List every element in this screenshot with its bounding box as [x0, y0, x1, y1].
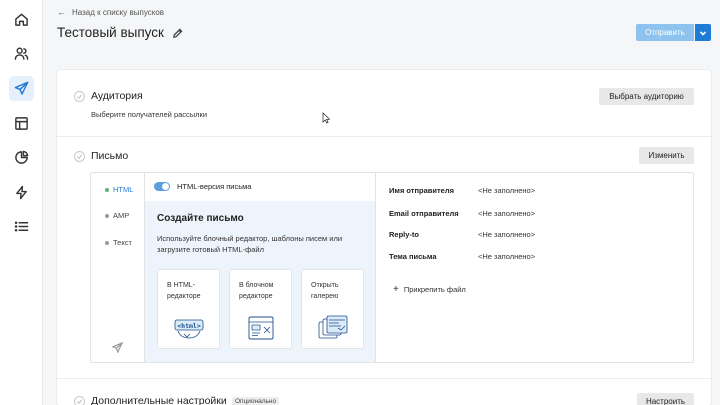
option-label: В блочном редакторе	[239, 282, 274, 300]
extra-title: Дополнительные настройки	[91, 395, 227, 405]
mouse-cursor-icon	[322, 112, 330, 124]
field-reply-to[interactable]: Reply-to <Не заполнено>	[389, 230, 535, 239]
field-value: <Не заполнено>	[478, 186, 536, 195]
audience-title: Аудитория	[91, 90, 143, 102]
tab-text[interactable]: Текст	[105, 238, 132, 247]
audience-status-icon	[74, 91, 85, 102]
attach-label: Прикрепить файл	[403, 285, 466, 294]
tab-label: Текст	[113, 238, 132, 247]
html-code-icon: <html>	[174, 319, 204, 339]
lightning-icon[interactable]	[9, 180, 34, 205]
arrow-left-icon: ←	[57, 7, 66, 17]
html-editor-option[interactable]: В HTML-редакторе <html>	[157, 269, 220, 349]
tab-label: HTML	[113, 185, 134, 194]
list-icon[interactable]	[9, 214, 34, 239]
users-icon[interactable]	[9, 41, 34, 66]
chevron-down-icon	[699, 30, 707, 36]
block-editor-icon	[248, 316, 274, 340]
create-title: Создайте письмо	[157, 213, 244, 224]
send-icon[interactable]	[9, 76, 34, 101]
letter-status-icon	[74, 151, 85, 162]
extra-status-icon	[74, 396, 85, 405]
select-audience-button[interactable]: Выбрать аудиторию	[599, 88, 694, 105]
letter-info: Имя отправителя <Не заполнено> Email отп…	[376, 173, 693, 362]
divider	[57, 136, 711, 137]
edit-letter-button[interactable]: Изменить	[639, 147, 694, 164]
audience-subtitle: Выберите получателей рассылки	[91, 110, 208, 119]
tab-html[interactable]: HTML	[105, 185, 133, 194]
divider	[57, 378, 711, 379]
status-dot	[105, 213, 109, 218]
tab-label: AMP	[113, 211, 130, 220]
field-value: <Не заполнено>	[478, 252, 536, 261]
page-title: Тестовый выпуск	[57, 25, 164, 40]
status-dot	[105, 240, 109, 245]
back-link-label: Назад к списку выпусков	[72, 7, 165, 17]
field-label: Тема письма	[389, 252, 437, 261]
field-value: <Не заполнено>	[478, 230, 536, 239]
html-version-toggle[interactable]	[154, 182, 170, 191]
send-dropdown-button[interactable]	[695, 24, 711, 41]
pie-chart-icon[interactable]	[9, 145, 34, 170]
format-tabs: HTML AMP Текст	[91, 173, 145, 362]
gallery-option[interactable]: Открыть галерею	[301, 269, 364, 349]
attach-file-button[interactable]: + Прикрепить файл	[393, 284, 466, 295]
send-button[interactable]: Отправить	[636, 24, 694, 41]
send-test-icon[interactable]	[111, 340, 124, 354]
field-sender-email[interactable]: Email отправителя <Не заполнено>	[389, 209, 535, 218]
create-letter-panel: Создайте письмо Используйте блочный реда…	[145, 201, 375, 362]
tab-amp[interactable]: AMP	[105, 211, 129, 220]
status-dot	[105, 187, 109, 192]
back-link[interactable]: ← Назад к списку выпусков	[57, 7, 164, 17]
field-label: Имя отправителя	[389, 186, 454, 195]
option-label: Открыть галерею	[311, 282, 339, 300]
create-description: Используйте блочный редактор, шаблоны пи…	[157, 234, 343, 254]
home-icon[interactable]	[9, 7, 34, 32]
letter-title: Письмо	[91, 150, 129, 162]
field-label: Reply-to	[389, 230, 419, 239]
field-sender-name[interactable]: Имя отправителя <Не заполнено>	[389, 186, 535, 195]
field-value: <Не заполнено>	[478, 209, 536, 218]
configure-button[interactable]: Настроить	[637, 393, 694, 405]
template-icon[interactable]	[9, 111, 34, 136]
plus-icon: +	[393, 284, 399, 295]
pencil-icon[interactable]	[172, 26, 184, 38]
sidebar	[0, 0, 43, 405]
html-version-panel: HTML-версия письма Создайте письмо Испол…	[145, 173, 376, 362]
gallery-icon	[318, 315, 348, 339]
optional-badge: Опционально	[232, 397, 280, 405]
svg-text:<html>: <html>	[177, 322, 201, 330]
block-editor-option[interactable]: В блочном редакторе	[229, 269, 292, 349]
toggle-label: HTML-версия письма	[177, 182, 252, 191]
field-subject[interactable]: Тема письма <Не заполнено>	[389, 252, 535, 261]
field-label: Email отправителя	[389, 209, 459, 218]
letter-editor: HTML AMP Текст HTML-версия письма Создай…	[90, 172, 694, 363]
option-label: В HTML-редакторе	[167, 282, 201, 300]
